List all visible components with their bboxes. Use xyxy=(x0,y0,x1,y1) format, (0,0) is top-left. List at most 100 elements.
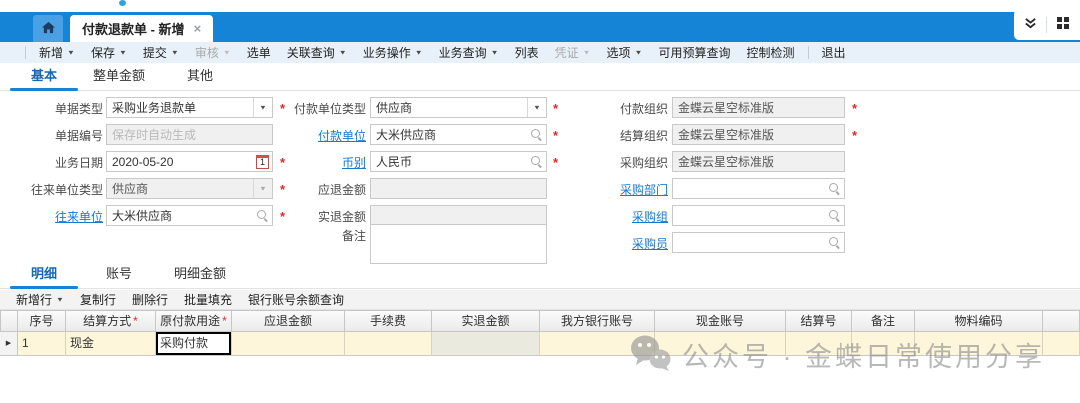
tab-other[interactable]: 其他 xyxy=(160,62,240,90)
grid-header-label: 手续费 xyxy=(370,314,406,328)
grid-header-original-payment-purpose: 原付款用途* xyxy=(156,310,232,332)
field-settlement-org[interactable] xyxy=(672,124,845,145)
grid-header-label: 现金账号 xyxy=(696,314,744,328)
toolbar-item-list[interactable]: 列表 xyxy=(515,44,539,61)
toolbar-separator xyxy=(808,46,809,59)
grid-icon xyxy=(1057,17,1070,33)
grid-cell-remark[interactable] xyxy=(852,332,915,356)
form-tabstrip: 基本整单金额其他 xyxy=(0,62,1080,91)
grid-cell-cash-account[interactable] xyxy=(655,332,786,356)
grid-toolbar-item-delete-row[interactable]: 删除行 xyxy=(132,291,168,308)
caret-down-icon: ▼ xyxy=(415,49,423,56)
grid-header-material-code: 物料编码 xyxy=(915,310,1043,332)
field-label-purchase-dept[interactable]: 采购部门 xyxy=(565,181,668,198)
home-tab[interactable] xyxy=(33,15,63,42)
caret-down-icon: ▼ xyxy=(56,296,64,303)
grid-cell-filler[interactable] xyxy=(1043,332,1080,356)
field-row-purchase-dept: 采购部门 xyxy=(0,178,1080,200)
grid-cell-settlement-no[interactable] xyxy=(786,332,852,356)
grid-header-filler xyxy=(1043,310,1080,332)
grid-cell-refundable-amount[interactable] xyxy=(232,332,345,356)
main-toolbar: 新增▼保存▼提交▼审核▼选单关联查询▼业务操作▼业务查询▼列表凭证▼选项▼可用预… xyxy=(0,42,1080,63)
grid-header-settlement-method: 结算方式* xyxy=(66,310,156,332)
layout-grid-button[interactable] xyxy=(1047,9,1079,40)
grid-toolbar-item-batch-fill[interactable]: 批量填充 xyxy=(184,291,232,308)
grid-header-label: 结算方式 xyxy=(83,314,131,328)
grid-cell-seq[interactable]: 1 xyxy=(18,332,66,356)
grid-header-label: 结算号 xyxy=(800,314,836,328)
grid-toolbar-item-label: 复制行 xyxy=(80,291,116,308)
toolbar-item-related-query[interactable]: 关联查询▼ xyxy=(287,44,347,61)
grid-toolbar-item-add-row[interactable]: 新增行▼ xyxy=(16,291,64,308)
grid-header-actual-refund-amount: 实退金额 xyxy=(432,310,540,332)
search-icon xyxy=(829,237,840,248)
grid-cell-material-code[interactable] xyxy=(915,332,1043,356)
grid-header-label: 应退金额 xyxy=(264,314,312,328)
grid-header-label: 我方银行账号 xyxy=(561,314,633,328)
toolbar-item-save[interactable]: 保存▼ xyxy=(91,44,127,61)
toolbar-item-label: 关联查询 xyxy=(287,44,335,61)
tab-basic[interactable]: 基本 xyxy=(10,62,78,90)
field-input-purchase-dept[interactable] xyxy=(673,179,844,198)
toolbar-item-label: 提交 xyxy=(143,44,167,61)
grid-cell-actual-refund-amount[interactable] xyxy=(432,332,540,356)
field-purchaser[interactable] xyxy=(672,232,845,253)
grid-header-refundable-amount: 应退金额 xyxy=(232,310,345,332)
grid-toolbar-item-bank-balance-query[interactable]: 银行账号余额查询 xyxy=(248,291,344,308)
tab-total-amount[interactable]: 整单金额 xyxy=(78,62,160,90)
toolbar-item-options[interactable]: 选项▼ xyxy=(607,44,643,61)
toolbar-item-voucher: 凭证▼ xyxy=(555,44,591,61)
field-input-settlement-org[interactable] xyxy=(673,125,844,144)
lookup-button[interactable] xyxy=(825,206,844,225)
grid-cell-settlement-method[interactable]: 现金 xyxy=(66,332,156,356)
grid-cell-original-payment-purpose[interactable]: 采购付款 xyxy=(156,332,232,356)
toolbar-item-select-bill[interactable]: 选单 xyxy=(247,44,271,61)
lookup-button[interactable] xyxy=(825,179,844,198)
tab-detail-amount[interactable]: 明细金额 xyxy=(160,260,240,288)
toolbar-item-label: 业务查询 xyxy=(439,44,487,61)
toolbar-item-label: 保存 xyxy=(91,44,115,61)
toolbar-item-exit[interactable]: 退出 xyxy=(822,44,846,61)
detail-tabstrip: 明细账号明细金额 xyxy=(0,260,1080,289)
toolbar-item-new[interactable]: 新增▼ xyxy=(39,44,75,61)
toolbar-item-label: 业务操作 xyxy=(363,44,411,61)
grid-header-cash-account: 现金账号 xyxy=(655,310,786,332)
caret-down-icon: ▼ xyxy=(67,49,75,56)
toolbar-item-label: 可用预算查询 xyxy=(658,44,730,61)
caret-down-icon: ▼ xyxy=(635,49,643,56)
required-asterisk: * xyxy=(852,128,857,143)
toolbar-item-control-check[interactable]: 控制检测 xyxy=(746,44,794,61)
field-label-purchase-group[interactable]: 采购组 xyxy=(565,208,668,225)
grid-header-settlement-no: 结算号 xyxy=(786,310,852,332)
toolbar-item-budget-query[interactable]: 可用预算查询 xyxy=(658,44,730,61)
toolbar-item-submit[interactable]: 提交▼ xyxy=(143,44,179,61)
grid-cell-our-bank-account[interactable] xyxy=(540,332,655,356)
grid-cell-service-charge[interactable] xyxy=(345,332,432,356)
tab-detail[interactable]: 明细 xyxy=(10,260,78,288)
grid-toolbar-item-copy-row[interactable]: 复制行 xyxy=(80,291,116,308)
caret-down-icon: ▼ xyxy=(583,49,591,56)
field-payment-org[interactable] xyxy=(672,97,845,118)
toolbar-item-label: 选单 xyxy=(247,44,271,61)
collapse-toolbar-button[interactable] xyxy=(1014,9,1046,40)
field-purchase-dept[interactable] xyxy=(672,178,845,199)
field-label-purchaser[interactable]: 采购员 xyxy=(565,235,668,252)
field-input-purchase-group[interactable] xyxy=(673,206,844,225)
field-purchase-org[interactable] xyxy=(672,151,845,172)
toolbar-item-business-query[interactable]: 业务查询▼ xyxy=(439,44,499,61)
toolbar-item-label: 审核 xyxy=(195,44,219,61)
tab-payment-refund[interactable]: 付款退款单 - 新增 × xyxy=(70,15,213,42)
toolbar-item-business-operation[interactable]: 业务操作 ▼ xyxy=(363,44,423,61)
field-input-payment-org[interactable] xyxy=(673,98,844,117)
field-input-purchaser[interactable] xyxy=(673,233,844,252)
close-icon[interactable]: × xyxy=(194,22,202,35)
field-purchase-group[interactable] xyxy=(672,205,845,226)
grid-header-seq: 序号 xyxy=(18,310,66,332)
grid-toolbar-item-label: 银行账号余额查询 xyxy=(248,291,344,308)
lookup-button[interactable] xyxy=(825,233,844,252)
tab-account[interactable]: 账号 xyxy=(78,260,160,288)
grid-header-label: 备注 xyxy=(871,314,895,328)
field-input-purchase-org[interactable] xyxy=(673,152,844,171)
grid-header-our-bank-account: 我方银行账号 xyxy=(540,310,655,332)
toolbar-item-label: 退出 xyxy=(822,44,846,61)
